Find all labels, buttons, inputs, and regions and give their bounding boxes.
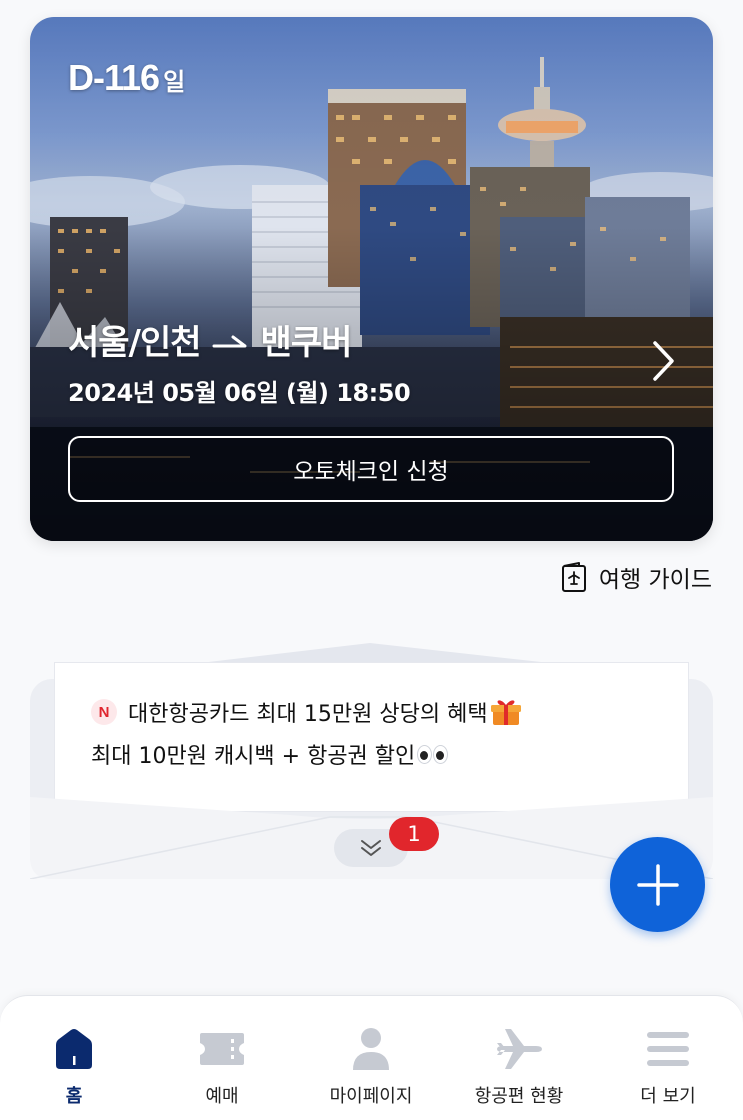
add-trip-button[interactable] <box>610 837 705 932</box>
chevron-right-icon[interactable] <box>648 339 678 383</box>
new-badge: N <box>91 699 117 725</box>
flight-datetime: 2024년 05월 06일 (월) 18:50 <box>68 379 411 407</box>
trip-card[interactable]: D-116 일 서울/인천 밴쿠버 2024년 05월 06일 (월) 18:50… <box>30 17 713 541</box>
nav-label-flight-status: 항공편 현황 <box>474 1086 564 1107</box>
nav-label-mypage: 마이페이지 <box>329 1086 413 1107</box>
gift-emoji-icon <box>490 700 521 725</box>
travel-guide-icon <box>561 562 586 592</box>
person-icon <box>353 1028 389 1070</box>
double-chevron-down-icon <box>361 840 381 856</box>
promo-title: 대한항공카드 최대 15만원 상당의 혜택 <box>128 702 488 727</box>
dday-counter: D-116 일 <box>68 57 185 99</box>
eyes-emoji-icon <box>417 744 449 764</box>
ticket-icon <box>200 1033 244 1065</box>
flight-route: 서울/인천 밴쿠버 <box>68 315 353 364</box>
nav-label-booking: 예매 <box>205 1086 239 1107</box>
bottom-navigation: 홈 예매 마이페이지 항공편 현황 더 보기 <box>0 995 743 1120</box>
nav-item-more[interactable]: 더 보기 <box>603 1024 733 1110</box>
airplane-icon <box>497 1029 542 1069</box>
nav-item-flight-status[interactable]: 항공편 현황 <box>454 1024 584 1110</box>
origin-city: 서울/인천 <box>68 323 202 363</box>
dday-unit: 일 <box>163 69 185 96</box>
promo-subtitle: 최대 10만원 캐시백 + 항공권 할인 <box>91 744 416 769</box>
home-icon <box>56 1029 92 1069</box>
nav-label-home: 홈 <box>65 1086 83 1107</box>
nav-item-booking[interactable]: 예매 <box>157 1024 287 1110</box>
auto-checkin-button[interactable]: 오토체크인 신청 <box>68 436 674 502</box>
destination-city: 밴쿠버 <box>260 323 353 363</box>
nav-item-home[interactable]: 홈 <box>9 1024 139 1110</box>
promo-line-2: 최대 10만원 캐시백 + 항공권 할인 <box>91 738 449 770</box>
promo-line-1: N 대한항공카드 최대 15만원 상당의 혜택 <box>91 696 522 728</box>
route-arrow-icon <box>212 335 247 347</box>
nav-item-mypage[interactable]: 마이페이지 <box>306 1024 436 1110</box>
plus-icon <box>636 863 679 906</box>
promo-envelope[interactable]: N 대한항공카드 최대 15만원 상당의 혜택 최대 10만원 캐시백 + 항공… <box>30 643 713 879</box>
travel-guide-label: 여행 가이드 <box>598 567 712 593</box>
nav-label-more: 더 보기 <box>640 1086 696 1107</box>
promo-letter[interactable]: N 대한항공카드 최대 15만원 상당의 혜택 최대 10만원 캐시백 + 항공… <box>54 662 689 812</box>
promo-count-badge: 1 <box>389 817 439 851</box>
dday-number: D-116 <box>68 57 160 98</box>
travel-guide-link[interactable]: 여행 가이드 <box>561 560 712 594</box>
menu-icon <box>647 1032 689 1066</box>
